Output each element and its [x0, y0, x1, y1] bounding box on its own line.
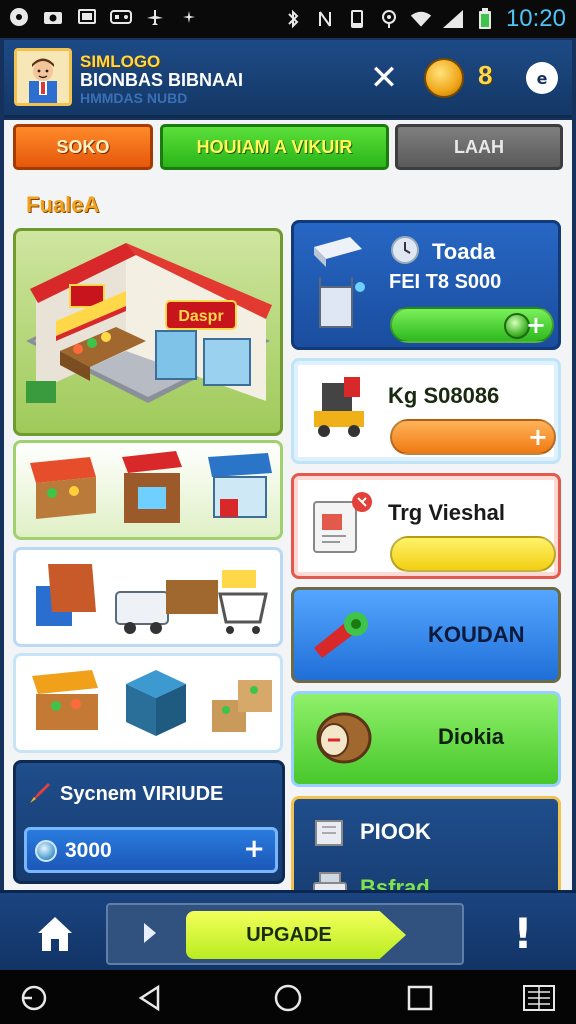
- document-alert-icon: [313, 492, 372, 553]
- upgrade-card-trg[interactable]: Trg Vieshal: [291, 473, 561, 579]
- sparkle-icon: [178, 6, 200, 28]
- barrel-icon: [316, 712, 372, 764]
- card-title: Trg Vieshal: [388, 500, 505, 525]
- game-subtitle: BIONBAS BIBNAAI: [80, 70, 244, 90]
- item-row-vehicles[interactable]: [13, 547, 283, 647]
- upgrade-card-kg[interactable]: Kg S08086 +: [291, 358, 561, 464]
- add-icon[interactable]: +: [526, 311, 546, 339]
- shopping-cart-icon: [218, 570, 268, 634]
- location-icon: [378, 8, 400, 30]
- progress-bar: [390, 536, 556, 572]
- card-title: Diokia: [438, 724, 505, 749]
- upgrade-card-toada[interactable]: Toada FEI T8 S000 +: [291, 220, 561, 350]
- shop-content: SOKO HOUIAM A VIKUIR LAAH FualeA Daspr S…: [4, 120, 572, 920]
- food-stand-icon: [208, 453, 272, 518]
- status-bar: 10:20: [0, 0, 576, 38]
- add-icon[interactable]: +: [243, 834, 265, 864]
- game-title-block: SIMLOGO BIONBAS BIBNAAI HMMDAS NUBD: [80, 52, 243, 106]
- exclamation-icon: !: [513, 908, 533, 958]
- back-history-icon[interactable]: [20, 984, 48, 1012]
- tab-soko[interactable]: SOKO: [13, 124, 153, 170]
- info-button[interactable]: e: [526, 62, 558, 94]
- coin-icon: [424, 58, 464, 98]
- megaphone-icon: [314, 612, 368, 658]
- recents-icon[interactable]: [406, 984, 434, 1012]
- blue-box-icon: [126, 670, 186, 736]
- tab-laah[interactable]: LAAH: [395, 124, 563, 170]
- battery-icon: [474, 8, 496, 30]
- gem-icon: [35, 840, 57, 862]
- info-icon: e: [536, 68, 548, 88]
- card-title: Kg S08086: [388, 383, 500, 408]
- kiosk-icon: [122, 451, 182, 523]
- shop-preview-card[interactable]: Daspr: [13, 228, 283, 436]
- clock-icon: [391, 236, 419, 264]
- game-title: SIMLOGO: [80, 52, 161, 71]
- progress-bar: +: [390, 419, 556, 455]
- shop-illustration: Daspr: [26, 243, 272, 403]
- upgrade-button[interactable]: UPGADE: [186, 911, 406, 959]
- system-value: 3000: [65, 839, 112, 862]
- signal-icon: [442, 8, 464, 30]
- home-icon: [38, 917, 72, 951]
- status-clock: 10:20: [505, 5, 566, 32]
- item-row-stalls[interactable]: [13, 440, 283, 540]
- gamepad-icon: [110, 6, 132, 28]
- produce-crates-icon: [212, 680, 272, 732]
- add-icon[interactable]: +: [528, 423, 548, 451]
- card-title: Toada: [432, 239, 496, 264]
- alert-button[interactable]: !: [508, 907, 538, 959]
- game-subtitle-2: HMMDAS NUBD: [80, 90, 188, 106]
- tab-houiam[interactable]: HOUIAM A VIKUIR: [160, 124, 389, 170]
- item-row-boxes[interactable]: [13, 653, 283, 753]
- system-title: Sycnem VIRIUDE: [60, 783, 224, 805]
- bluetooth-icon: [282, 8, 304, 30]
- plane-icon: [144, 6, 166, 28]
- crate-icon: [36, 564, 96, 626]
- back-icon[interactable]: [136, 984, 164, 1012]
- card-subtitle: FEI T8 S000: [389, 271, 502, 293]
- shop-sign-text: Daspr: [178, 308, 223, 325]
- camera-icon: [42, 6, 64, 28]
- notification-dot-icon: [8, 6, 30, 28]
- crate-icon: [315, 820, 343, 846]
- coin-count: 8: [478, 60, 493, 90]
- system-card: Sycnem VIRIUDE 3000 +: [13, 760, 285, 884]
- upgrade-label: UPGADE: [246, 923, 332, 946]
- card-title: KOUDAN: [428, 622, 525, 647]
- action-card-diokia[interactable]: Diokia: [291, 691, 561, 787]
- category-label: FualeA: [26, 192, 100, 217]
- system-value-field[interactable]: 3000 +: [24, 827, 278, 873]
- play-icon[interactable]: [144, 923, 156, 943]
- progress-bar: +: [390, 307, 554, 343]
- bottom-nav: UPGADE !: [0, 890, 576, 970]
- market-stall-icon: [30, 457, 96, 519]
- nfc-icon: [314, 8, 336, 30]
- fruit-stand-icon: [32, 670, 98, 730]
- wifi-icon: [410, 8, 432, 30]
- action-card-koudan[interactable]: KOUDAN: [291, 587, 561, 683]
- upgrade-progress: UPGADE: [106, 903, 464, 965]
- game-window: SIMLOGO BIONBAS BIBNAAI HMMDAS NUBD ✕ 8 …: [0, 38, 576, 970]
- keyboard-icon[interactable]: [522, 984, 556, 1012]
- delivery-truck-icon: [115, 580, 218, 634]
- forklift-icon: [314, 377, 364, 437]
- phone-icon: [346, 8, 368, 30]
- close-icon: ✕: [369, 58, 399, 98]
- close-button[interactable]: ✕: [364, 58, 404, 98]
- avatar[interactable]: [14, 48, 72, 106]
- rocket-icon: [30, 783, 50, 803]
- cast-icon: [76, 6, 98, 28]
- system-nav-bar: [0, 970, 576, 1024]
- register-icon: [314, 237, 365, 328]
- game-header: SIMLOGO BIONBAS BIBNAAI HMMDAS NUBD ✕ 8 …: [4, 40, 572, 118]
- card-title: PIOOK: [360, 819, 431, 844]
- home-button[interactable]: [30, 909, 80, 959]
- home-circle-icon[interactable]: [274, 984, 302, 1012]
